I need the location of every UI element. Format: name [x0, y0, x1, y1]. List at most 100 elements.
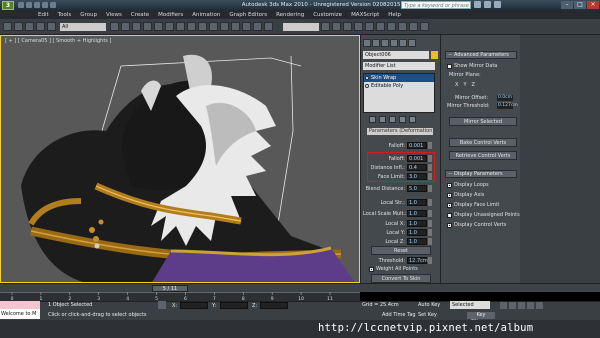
move-icon[interactable]	[154, 22, 163, 31]
checkbox-icon[interactable]	[447, 182, 452, 188]
select-object-icon[interactable]	[110, 22, 119, 31]
menu-help[interactable]: Help	[388, 12, 401, 18]
display-unassigned-points-checkbox[interactable]: Display Unassigned Points	[447, 212, 520, 218]
stack-item-skin-wrap[interactable]: Skin Wrap	[364, 74, 434, 82]
new-file-icon[interactable]	[18, 2, 24, 8]
motion-tab-icon[interactable]	[390, 39, 398, 47]
maximize-icon[interactable]: □	[574, 1, 586, 9]
display-control-verts-checkbox[interactable]: Display Control Verts	[447, 222, 506, 228]
close-icon[interactable]: ×	[587, 1, 599, 9]
link-icon[interactable]	[25, 22, 34, 31]
menu-create[interactable]: Create	[131, 12, 149, 18]
mirror-offset-field[interactable]: 0.0cm	[497, 95, 513, 101]
object-name-field[interactable]: Object006	[363, 51, 429, 59]
falloff-field[interactable]: 0.001	[407, 142, 427, 149]
keyboard-shortcut-icon[interactable]	[220, 22, 229, 31]
align-icon[interactable]	[332, 22, 341, 31]
select-by-name-icon[interactable]	[121, 22, 130, 31]
viewport-label[interactable]: [ + ] [ Camera05 ] [ Smooth + Highlights…	[5, 38, 111, 44]
menu-animation[interactable]: Animation	[192, 12, 220, 18]
radio-z[interactable]: Z	[472, 82, 475, 88]
create-tab-icon[interactable]	[363, 39, 371, 47]
snaps-toggle-icon[interactable]	[231, 22, 240, 31]
checkbox-icon[interactable]	[369, 266, 374, 272]
spinner[interactable]	[428, 229, 432, 236]
unlink-icon[interactable]	[36, 22, 45, 31]
open-file-icon[interactable]	[26, 2, 32, 8]
percent-snap-icon[interactable]	[253, 22, 262, 31]
checkbox-icon[interactable]	[447, 63, 452, 69]
camera-viewport[interactable]: [ + ] [ Camera05 ] [ Smooth + Highlights…	[0, 35, 360, 283]
undo-icon[interactable]	[42, 2, 48, 8]
stack-item-editable-poly[interactable]: Editable Poly	[364, 82, 434, 90]
star-icon[interactable]	[484, 1, 491, 8]
named-selection-set-dropdown[interactable]	[283, 22, 319, 31]
lightbulb-icon[interactable]	[365, 84, 369, 88]
spinner[interactable]	[428, 210, 432, 217]
help-icon[interactable]	[494, 1, 501, 8]
local-x-field[interactable]: 1.0	[407, 220, 427, 227]
display-parameters-header[interactable]: Display Parameters	[445, 170, 517, 178]
material-editor-icon[interactable]	[387, 22, 396, 31]
make-unique-icon[interactable]	[389, 116, 396, 123]
bind-space-warp-icon[interactable]	[47, 22, 56, 31]
spinner[interactable]	[428, 185, 432, 192]
render-production-icon[interactable]	[420, 22, 429, 31]
auto-key-button[interactable]: Auto Key	[418, 301, 446, 309]
modifier-list-dropdown[interactable]: Modifier List	[363, 62, 435, 70]
menu-modifiers[interactable]: Modifiers	[158, 12, 183, 18]
local-str-field[interactable]: 1.0	[407, 199, 427, 206]
maxscript-listener-top[interactable]	[0, 301, 40, 309]
layer-manager-icon[interactable]	[343, 22, 352, 31]
display-face-limit-checkbox[interactable]: Display Face Limit	[447, 202, 499, 208]
minimize-icon[interactable]: –	[561, 1, 573, 9]
set-key-button[interactable]: Set Key	[418, 311, 446, 319]
x-coord-field[interactable]	[180, 302, 208, 309]
hierarchy-tab-icon[interactable]	[381, 39, 389, 47]
window-crossing-icon[interactable]	[143, 22, 152, 31]
rendered-frame-icon[interactable]	[409, 22, 418, 31]
menu-edit[interactable]: Edit	[38, 12, 49, 18]
spinner[interactable]	[428, 257, 432, 264]
radio-x[interactable]: X	[455, 82, 458, 88]
maxscript-mini-listener[interactable]: Welcome to M	[0, 309, 40, 319]
z-coord-field[interactable]	[260, 302, 288, 309]
modify-tab-icon[interactable]	[372, 39, 380, 47]
angle-snap-icon[interactable]	[242, 22, 251, 31]
mirror-icon[interactable]	[321, 22, 330, 31]
display-loops-checkbox[interactable]: Display Loops	[447, 182, 489, 188]
blend-distance-field[interactable]: 5.0	[407, 185, 427, 192]
mirror-selected-button[interactable]: Mirror Selected	[449, 117, 517, 126]
save-file-icon[interactable]	[34, 2, 40, 8]
pin-stack-icon[interactable]	[369, 116, 376, 123]
local-z-field[interactable]: 1.0	[407, 238, 427, 245]
app-logo-icon[interactable]: 3	[2, 0, 14, 10]
undo-tool-icon[interactable]	[3, 22, 12, 31]
threshold-field[interactable]: 12.7cm	[407, 257, 428, 264]
display-tab-icon[interactable]	[399, 39, 407, 47]
reference-coord-icon[interactable]	[187, 22, 196, 31]
graphite-toggle-icon[interactable]	[354, 22, 363, 31]
spinner[interactable]	[428, 142, 432, 149]
display-axis-checkbox[interactable]: Display Axis	[447, 192, 484, 198]
checkbox-icon[interactable]	[447, 192, 452, 198]
advanced-parameters-header[interactable]: Advanced Parameters	[445, 51, 517, 59]
spinner[interactable]	[428, 220, 432, 227]
manipulate-icon[interactable]	[209, 22, 218, 31]
key-filters-button[interactable]: Key Filters...	[467, 312, 495, 325]
local-y-field[interactable]: 1.0	[407, 229, 427, 236]
spinner[interactable]	[428, 199, 432, 206]
lightbulb-icon[interactable]	[365, 76, 369, 80]
radio-y[interactable]: Y	[463, 82, 466, 88]
convert-to-skin-button[interactable]: Convert To Skin	[371, 274, 431, 283]
local-scale-mult-field[interactable]: 1.0	[407, 210, 427, 217]
menu-graph-editors[interactable]: Graph Editors	[229, 12, 267, 18]
scale-icon[interactable]	[176, 22, 185, 31]
curve-editor-icon[interactable]	[365, 22, 374, 31]
previous-frame-icon[interactable]	[509, 302, 516, 309]
add-time-tag[interactable]: Add Time Tag	[382, 312, 416, 318]
reset-button[interactable]: Reset	[371, 246, 431, 255]
menu-tools[interactable]: Tools	[58, 12, 72, 18]
go-to-start-icon[interactable]	[500, 302, 507, 309]
bake-control-verts-button[interactable]: Bake Control Verts	[449, 138, 517, 147]
